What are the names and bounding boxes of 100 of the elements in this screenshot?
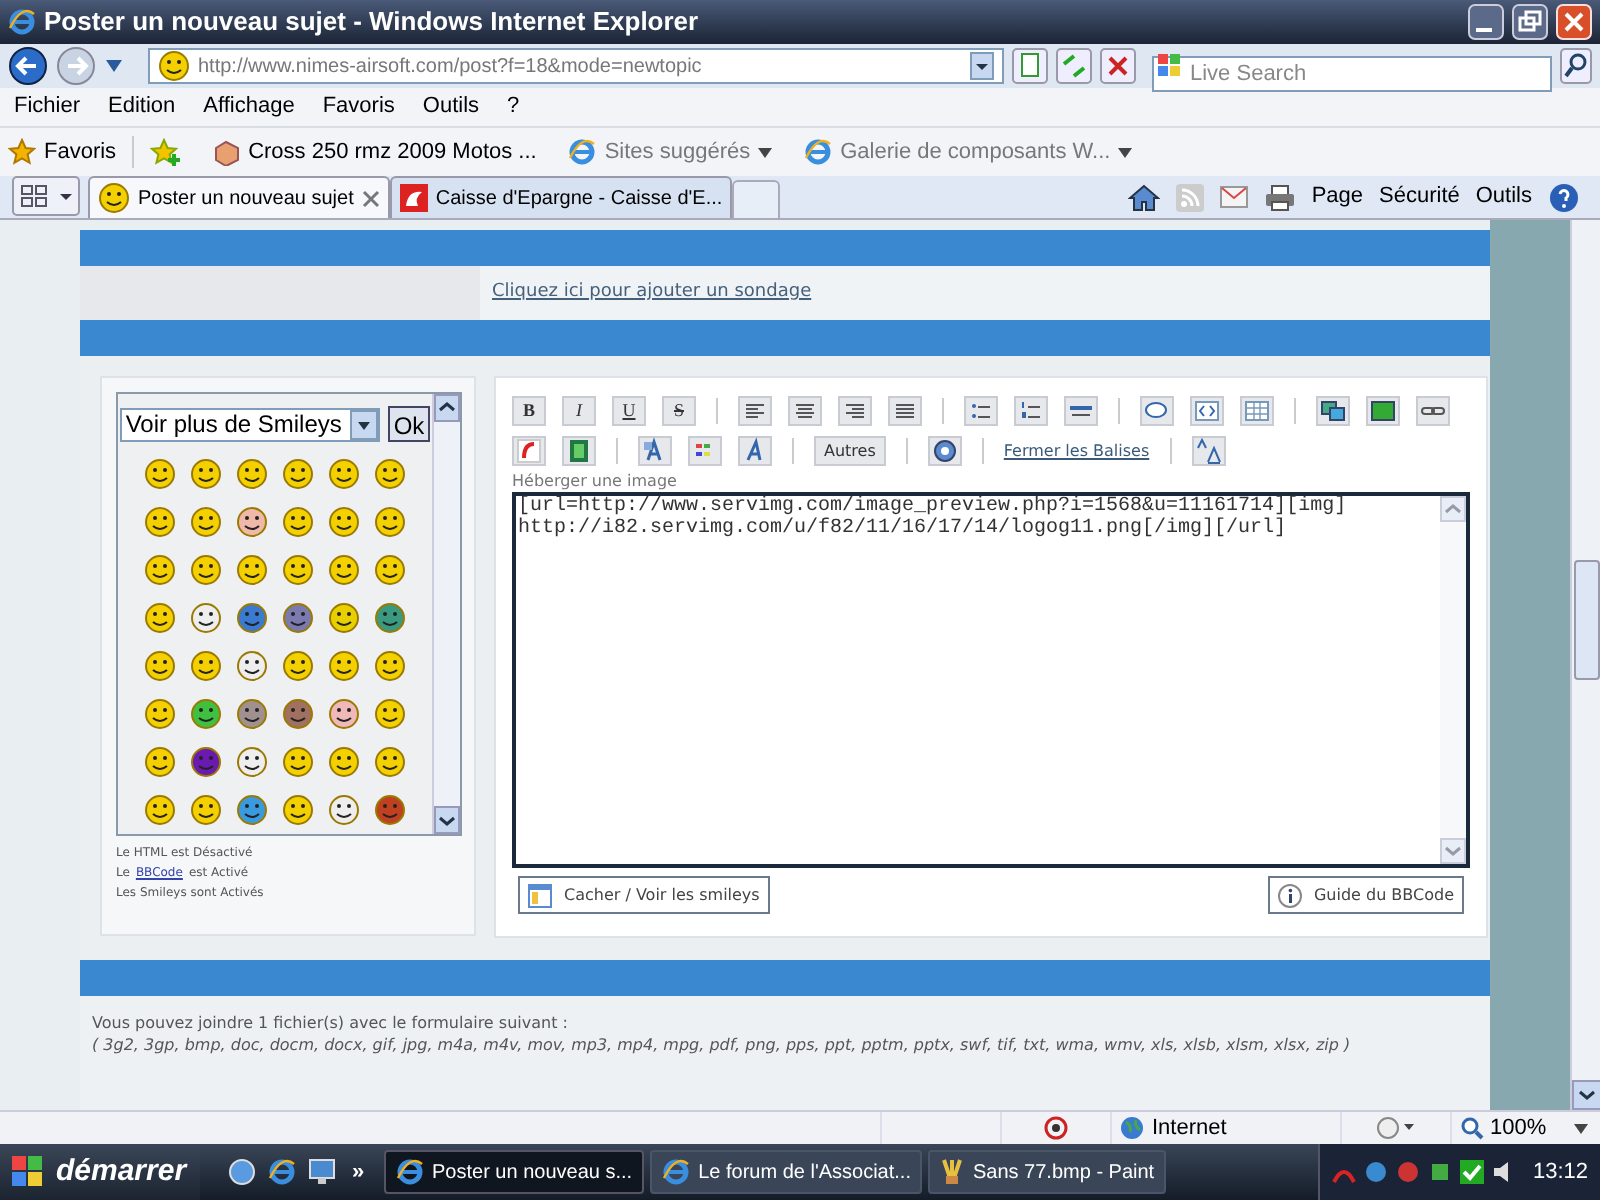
bbcode-guide-button[interactable]: Guide du BBCode — [1267, 876, 1464, 914]
format-button[interactable]: I — [562, 396, 596, 426]
smiley-icon — [236, 794, 268, 826]
close-tab-icon[interactable] — [361, 189, 380, 207]
browser-tab[interactable]: Poster un nouveau sujet — [88, 176, 390, 218]
smiley-icon — [144, 746, 176, 778]
print-icon[interactable] — [1263, 183, 1296, 211]
smiley-icon — [236, 554, 268, 586]
smiley-icon — [190, 554, 222, 586]
site-smiley-icon — [158, 50, 190, 82]
message-field[interactable]: [url=http://www.servimg.com/image_preview.php?i=1568&u=11161714][img] http://i82.servimg.com/u/f82/11/16/17/14/logog11.png[/img][/url] — [512, 492, 1470, 868]
font-size-icon[interactable] — [1191, 436, 1226, 466]
format-button[interactable]: U — [612, 396, 646, 426]
command-menu[interactable]: Outils — [1475, 180, 1532, 214]
taskbar-button[interactable]: Le forum de l'Associat... — [650, 1150, 923, 1194]
color-grid-icon[interactable] — [688, 436, 722, 466]
site-smiley-icon — [98, 182, 130, 214]
add-favorite-icon[interactable] — [150, 138, 183, 166]
help-icon[interactable] — [927, 436, 962, 466]
command-menu[interactable]: Page — [1311, 180, 1364, 214]
smileys-dropdown[interactable]: Voir plus de Smileys — [119, 407, 380, 441]
smiley-icon — [144, 554, 176, 586]
dropdown-caret-icon[interactable] — [104, 58, 124, 74]
scroll-down-icon[interactable] — [1571, 1080, 1600, 1110]
caret-icon[interactable] — [758, 147, 773, 157]
dropdown-caret-icon[interactable] — [970, 52, 994, 80]
ok-button[interactable]: Ok — [387, 406, 431, 442]
checkmark-icon — [1460, 1160, 1485, 1184]
search-icon[interactable] — [1560, 48, 1592, 84]
smiley-icon — [282, 650, 314, 682]
other-button[interactable]: Autres — [814, 436, 886, 466]
smiley-icon — [374, 650, 406, 682]
e-logo-icon — [662, 1158, 691, 1186]
caret-icon[interactable] — [1118, 147, 1133, 157]
justify-icon[interactable] — [888, 396, 922, 426]
minimize-icon[interactable] — [1468, 4, 1504, 40]
scrollbar[interactable] — [1570, 220, 1600, 1110]
menu-item[interactable]: Affichage — [203, 90, 295, 124]
squirrel-logo-icon — [399, 184, 428, 212]
menu-item[interactable]: Edition — [108, 90, 176, 124]
smiley-icon — [190, 506, 222, 538]
taskbar-button[interactable]: Sans 77.bmp - Paint — [928, 1150, 1167, 1194]
smiley-icon — [236, 602, 268, 634]
smiley-icon — [374, 554, 406, 586]
home-icon[interactable] — [1127, 183, 1160, 211]
smiley-icon — [374, 506, 406, 538]
font-style-icon[interactable] — [738, 436, 772, 466]
globe-icon[interactable] — [228, 1158, 256, 1186]
search-field[interactable]: Live Search — [1152, 56, 1552, 92]
font-color-icon[interactable] — [638, 436, 672, 466]
align-center-icon[interactable] — [788, 396, 822, 426]
bullet-list-icon[interactable] — [964, 396, 998, 426]
align-left-icon[interactable] — [738, 396, 772, 426]
image-icon[interactable] — [1316, 396, 1350, 426]
menu-item[interactable]: ? — [507, 90, 520, 124]
picture-icon[interactable] — [1366, 396, 1400, 426]
more-button[interactable]: » — [352, 1155, 365, 1189]
numbered-list-icon[interactable] — [1014, 396, 1048, 426]
table-icon[interactable] — [1240, 396, 1274, 426]
smiley-icon — [236, 458, 268, 490]
favorite-link[interactable]: Sites suggérés — [604, 135, 751, 169]
menu-item[interactable]: Outils — [422, 90, 480, 124]
scroll-thumb[interactable] — [1573, 560, 1599, 680]
poll-link[interactable]: Cliquez ici pour ajouter un sondage — [492, 279, 812, 307]
help-icon[interactable] — [1548, 181, 1580, 213]
stop-icon[interactable] — [1100, 48, 1136, 84]
scroll-up-icon[interactable] — [434, 394, 460, 422]
link-icon[interactable] — [1416, 396, 1450, 426]
address-field[interactable]: http://www.nimes-airsoft.com/post?f=18&mode=newtopic — [148, 48, 1004, 84]
close-tags-link[interactable]: Fermer les Balises — [1003, 439, 1150, 463]
scrollbar[interactable] — [432, 394, 460, 834]
smiley-icon — [144, 650, 176, 682]
film-strip-icon[interactable] — [562, 436, 596, 466]
quick-tabs-icon[interactable] — [12, 176, 80, 216]
browser-tab[interactable]: Caisse d'Epargne - Caisse d'E... — [389, 176, 733, 218]
menu-item[interactable]: Fichier — [14, 90, 81, 124]
align-right-icon[interactable] — [838, 396, 872, 426]
close-icon[interactable] — [1556, 4, 1592, 40]
favorite-link[interactable]: Galerie de composants W... — [840, 135, 1111, 169]
smiley-icon — [282, 794, 314, 826]
back-icon[interactable] — [8, 46, 48, 86]
hide-smileys-button[interactable]: Cacher / Voir les smileys — [518, 876, 770, 914]
format-button[interactable]: B — [512, 396, 546, 426]
favorites-button[interactable]: Favoris — [44, 135, 117, 169]
command-menu[interactable]: Sécurité — [1379, 180, 1460, 214]
smiley-icon — [190, 650, 222, 682]
scroll-down-icon[interactable] — [434, 806, 460, 834]
desktop-icon[interactable] — [308, 1158, 340, 1186]
restore-icon[interactable] — [1512, 4, 1548, 40]
smiley-icon — [374, 794, 406, 826]
quote-bubble-icon[interactable] — [1140, 396, 1174, 426]
format-button[interactable]: S — [662, 396, 696, 426]
file-types-text: ( 3g2, 3gp, bmp, doc, docm, docx, gif, jpg, m4a, m4v, mov, mp3, mp4, mpg, pdf, png, pps, ppt, pptm, pptx, swf, tif, txt, wma, wmv, xls, xlsb, xlsm, xlsx, zip ) — [92, 1034, 1353, 1056]
flash-icon[interactable] — [512, 436, 546, 466]
menu-item[interactable]: Favoris — [322, 90, 395, 124]
mail-icon[interactable] — [1219, 185, 1248, 209]
favorite-link[interactable]: Cross 250 rmz 2009 Motos ... — [248, 135, 537, 169]
taskbar-button[interactable]: Poster un nouveau s... — [384, 1150, 645, 1194]
smiley-icon — [282, 746, 314, 778]
code-icon[interactable] — [1190, 396, 1224, 426]
